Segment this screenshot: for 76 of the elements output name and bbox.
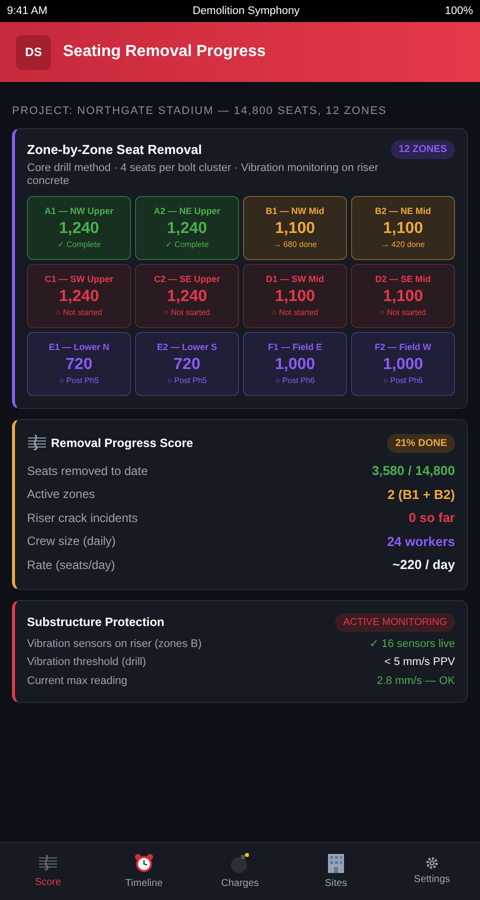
zone-seats: 1,100 — [274, 286, 316, 307]
monitoring-badge: ACTIVE MONITORING — [335, 612, 455, 632]
nav-tab[interactable]: Sites — [288, 843, 384, 900]
app-logo: DS — [16, 34, 51, 70]
stat-label: Current max reading — [27, 674, 128, 688]
zone-name: A2 — NE Upper — [154, 205, 220, 218]
zone-seats: 1,100 — [382, 218, 424, 239]
zone-status: ○ Post Ph6 — [275, 374, 315, 387]
page-title: Seating Removal Progress — [63, 42, 266, 62]
zone-status: ○ Not started — [56, 306, 102, 319]
card-subtitle: Core drill method · 4 seats per bolt cluster · Vibration monitoring on riser concrete — [27, 162, 380, 188]
zone-status: ✓ Complete — [165, 238, 209, 251]
zone-status: ○ Post Ph5 — [59, 374, 99, 387]
zone-name: C1 — SW Upper — [44, 273, 114, 286]
card-title: Removal Progress Score — [51, 435, 194, 452]
stat-value: 24 workers — [387, 532, 455, 550]
stat-value: 0 so far — [408, 509, 455, 527]
zone-name: F2 — Field W — [374, 341, 432, 354]
stat-value: 3,580 / 14,800 — [372, 462, 455, 480]
zone-status: → 420 done — [381, 238, 425, 251]
stat-value: < 5 mm/s PPV — [384, 655, 455, 670]
nav-tab[interactable]: Timeline — [96, 843, 192, 900]
clock-time: 9:41 AM — [7, 4, 48, 19]
zone-status: ○ Post Ph5 — [167, 374, 207, 387]
stat-value: 2.8 mm/s — OK — [376, 674, 455, 688]
zone-seats: 1,100 — [382, 286, 424, 307]
nav-tab[interactable]: Score — [0, 843, 96, 900]
zone-count-badge: 12 ZONES — [390, 140, 455, 159]
zone-status: ✓ Complete — [57, 238, 101, 251]
stat-label: Seats removed to date — [27, 462, 148, 480]
zone-status: ○ Not started — [164, 306, 210, 319]
stat-value: ✓ 16 sensors live — [370, 636, 455, 652]
zone-name: E1 — Lower N — [48, 341, 110, 354]
progress-badge: 21% DONE — [387, 434, 455, 452]
zone-status: → 680 done — [273, 238, 317, 251]
stat-label: Vibration threshold (drill) — [27, 655, 146, 670]
stat-label: Crew size (daily) — [27, 533, 116, 550]
zone-name: B1 — NW Mid — [266, 205, 324, 218]
zone-seats: 1,240 — [58, 286, 100, 307]
nav-tab[interactable]: Settings — [384, 843, 480, 900]
zone-name: B2 — NE Mid — [374, 205, 431, 218]
zone-seats: 1,240 — [166, 218, 208, 239]
zone-seats: 1,000 — [382, 354, 424, 375]
stat-label: Vibration sensors on riser (zones B) — [27, 636, 202, 652]
battery-level: 100% — [444, 4, 473, 19]
stat-value: 2 (B1 + B2) — [387, 486, 455, 504]
zone-name: F1 — Field E — [268, 341, 322, 354]
stat-value: ~220 / day — [392, 556, 455, 574]
card-title: Zone-by-Zone Seat Removal — [27, 140, 202, 159]
app-name: Demolition Symphony — [192, 4, 300, 19]
zone-status: ○ Not started — [272, 306, 318, 319]
settings-icon — [425, 856, 439, 870]
zone-status: ○ Post Ph6 — [383, 374, 423, 387]
music-score-icon — [38, 853, 58, 873]
zone-name: D1 — SW Mid — [266, 273, 324, 286]
card-title: Substructure Protection — [27, 614, 164, 631]
zone-seats: 1,000 — [274, 354, 316, 375]
zone-name: D2 — SE Mid — [375, 273, 431, 286]
zone-name: C2 — SE Upper — [154, 273, 220, 286]
building-icon — [325, 852, 347, 874]
stat-label: Rate (seats/day) — [27, 556, 116, 574]
zone-seats: 720 — [66, 354, 92, 375]
music-score-icon — [27, 433, 47, 453]
zone-name: A1 — NW Upper — [44, 205, 114, 218]
alarm-clock-icon — [133, 852, 155, 874]
zone-seats: 720 — [174, 354, 200, 375]
project-label: PROJECT: NORTHGATE STADIUM — 14,800 SEATS, 12 ZONES — [12, 104, 388, 119]
bomb-icon — [229, 852, 251, 874]
zone-seats: 1,100 — [274, 218, 316, 239]
nav-tab[interactable]: Charges — [192, 843, 288, 900]
zone-name: E2 — Lower S — [156, 341, 218, 354]
zone-status: ○ Not started — [380, 306, 426, 319]
stat-label: Active zones — [27, 486, 96, 504]
stat-label: Riser crack incidents — [27, 510, 138, 527]
zone-seats: 1,240 — [166, 286, 208, 307]
zone-seats: 1,240 — [58, 218, 100, 239]
